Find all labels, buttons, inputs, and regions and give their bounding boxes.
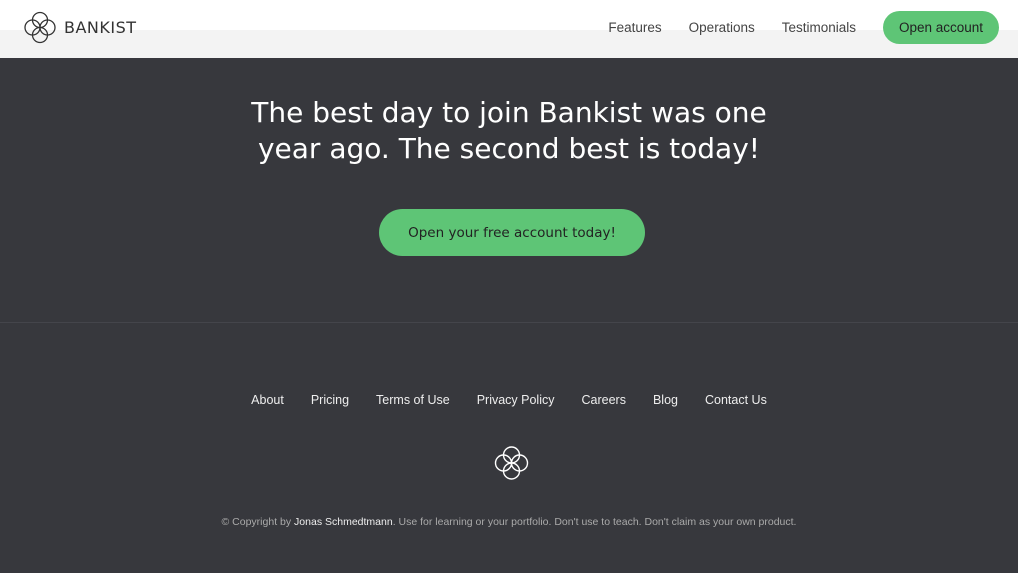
footer-link-privacy[interactable]: Privacy Policy	[477, 393, 555, 407]
copyright-suffix: . Use for learning or your portfolio. Do…	[392, 516, 797, 528]
footer-link-contact[interactable]: Contact Us	[705, 393, 767, 407]
copyright-author-link[interactable]: Jonas Schmedtmann	[294, 516, 393, 528]
header: BANKIST Features Operations Testimonials…	[0, 0, 1018, 56]
open-account-button[interactable]: Open account	[883, 11, 999, 44]
signup-title-line-2: year ago. The second best is today!	[257, 132, 761, 165]
nav-link-operations[interactable]: Operations	[689, 20, 755, 35]
footer-link-about[interactable]: About	[251, 393, 284, 407]
main-nav: Features Operations Testimonials Open ac…	[608, 11, 999, 44]
footer-link-blog[interactable]: Blog	[653, 393, 678, 407]
footer-link-terms[interactable]: Terms of Use	[376, 393, 450, 407]
signup-title-line-1: The best day to join Bankist was one	[251, 96, 767, 129]
bankist-footer-logo-icon	[494, 446, 529, 480]
logo-text: BANKIST	[64, 18, 137, 37]
copyright-prefix: © Copyright by	[221, 516, 292, 528]
footer-link-pricing[interactable]: Pricing	[311, 393, 349, 407]
open-free-account-button[interactable]: Open your free account today!	[379, 209, 645, 256]
nav-link-testimonials[interactable]: Testimonials	[782, 20, 856, 35]
copyright: © Copyright by Jonas Schmedtmann. Use fo…	[0, 516, 1018, 528]
footer-logo	[494, 445, 529, 486]
bankist-logo-icon	[24, 11, 56, 44]
footer-link-careers[interactable]: Careers	[581, 393, 625, 407]
logo[interactable]: BANKIST	[24, 11, 137, 44]
nav-link-features[interactable]: Features	[608, 20, 661, 35]
signup-title: The best day to join Bankist was one yea…	[0, 95, 1018, 167]
footer-nav: About Pricing Terms of Use Privacy Polic…	[0, 393, 1018, 407]
